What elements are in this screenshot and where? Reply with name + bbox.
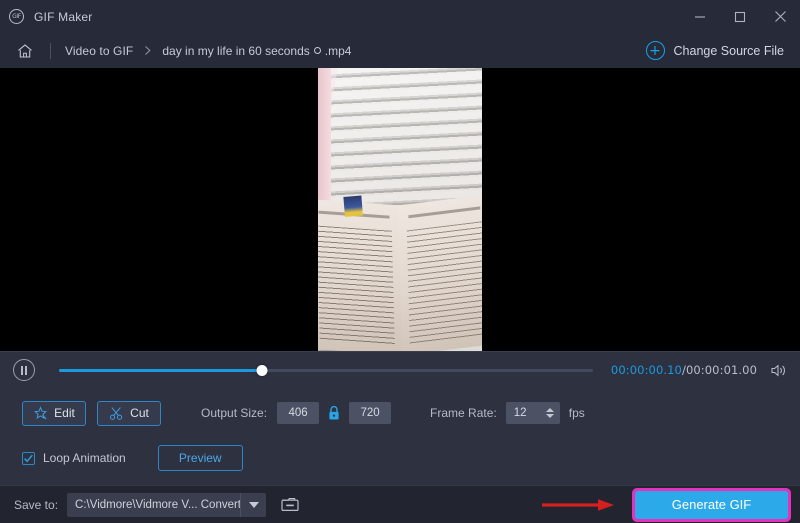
generate-gif-button[interactable]: Generate GIF [635, 491, 788, 519]
save-to-label: Save to: [14, 498, 58, 512]
total-time: 00:00:01.00 [686, 363, 757, 377]
video-preview-stage[interactable] [0, 68, 800, 351]
breadcrumb-divider [50, 43, 51, 59]
magic-wand-icon [33, 406, 48, 421]
spinner-arrows-icon[interactable] [546, 408, 554, 418]
transport-bar: 00:00:00.10/00:00:01.00 [0, 351, 800, 388]
red-arrow-icon [540, 498, 618, 512]
output-height-field[interactable]: 720 [349, 402, 391, 424]
file-dot-icon [314, 47, 321, 54]
book-page-left [318, 199, 404, 351]
book-text-right [407, 221, 482, 344]
window-controls [680, 0, 800, 33]
progress-knob[interactable] [256, 365, 267, 376]
frame-rate-field[interactable]: 12 [506, 402, 560, 424]
open-book [318, 199, 482, 351]
bookmark [343, 196, 363, 217]
browse-folder-button[interactable] [278, 494, 302, 516]
gif-circle-icon: GIF [9, 9, 24, 24]
scissors-icon [109, 406, 124, 421]
check-icon [23, 453, 34, 464]
gif-maker-window: GIF GIF Maker Video to GIF [0, 0, 800, 523]
breadcrumb-file-ext: .mp4 [325, 44, 352, 58]
progress-slider[interactable] [59, 361, 593, 379]
current-time: 00:00:00.10 [611, 363, 682, 377]
frame-rate-value: 12 [514, 407, 527, 419]
edit-button-label: Edit [54, 406, 75, 420]
chevron-right-icon [142, 45, 153, 56]
chevron-down-icon [249, 502, 259, 508]
change-source-file-label: Change Source File [674, 44, 784, 58]
settings-row-primary: Edit Cut Output Size: 406 [0, 400, 800, 426]
save-path-dropdown[interactable] [240, 493, 266, 517]
title-bar: GIF GIF Maker [0, 0, 800, 33]
frame-rate-label: Frame Rate: [430, 406, 497, 420]
save-path-input[interactable]: C:\Vidmore\Vidmore V... Converter\GIF Ma… [67, 493, 240, 517]
fps-unit-label: fps [569, 406, 585, 420]
bottom-bar: Save to: C:\Vidmore\Vidmore V... Convert… [0, 485, 800, 523]
breadcrumb-file: day in my life in 60 seconds .mp4 [162, 44, 351, 58]
book-page-header-right [408, 206, 480, 218]
generate-gif-container: Generate GIF [635, 491, 788, 519]
home-icon[interactable] [16, 42, 34, 60]
loop-animation-checkbox[interactable] [22, 452, 35, 465]
breadcrumb-section[interactable]: Video to GIF [65, 44, 133, 58]
book-page-right [398, 194, 482, 351]
pause-icon[interactable] [13, 359, 35, 381]
settings-panel: Edit Cut Output Size: 406 [0, 388, 800, 485]
breadcrumb-bar: Video to GIF day in my life in 60 second… [0, 33, 800, 68]
loop-animation-label: Loop Animation [43, 451, 126, 465]
book-text-left [318, 226, 395, 345]
volume-icon[interactable] [770, 363, 788, 378]
time-display: 00:00:00.10/00:00:01.00 [611, 363, 757, 377]
lock-closed-icon[interactable] [327, 405, 341, 421]
preview-button[interactable]: Preview [158, 445, 243, 471]
minimize-icon[interactable] [680, 0, 720, 33]
close-icon[interactable] [760, 0, 800, 33]
settings-row-secondary: Loop Animation Preview [0, 445, 800, 471]
plus-circle-icon: + [646, 41, 665, 60]
edit-button[interactable]: Edit [22, 401, 86, 426]
output-size-label: Output Size: [201, 406, 267, 420]
app-title: GIF Maker [34, 10, 92, 24]
cut-button-label: Cut [130, 406, 149, 420]
change-source-file-button[interactable]: + Change Source File [646, 33, 784, 68]
output-width-field[interactable]: 406 [277, 402, 319, 424]
maximize-icon[interactable] [720, 0, 760, 33]
breadcrumb-file-name: day in my life in 60 seconds [162, 44, 309, 58]
cut-button[interactable]: Cut [97, 401, 161, 426]
progress-fill [59, 369, 262, 372]
folder-icon [280, 496, 300, 513]
video-frame [318, 68, 482, 351]
